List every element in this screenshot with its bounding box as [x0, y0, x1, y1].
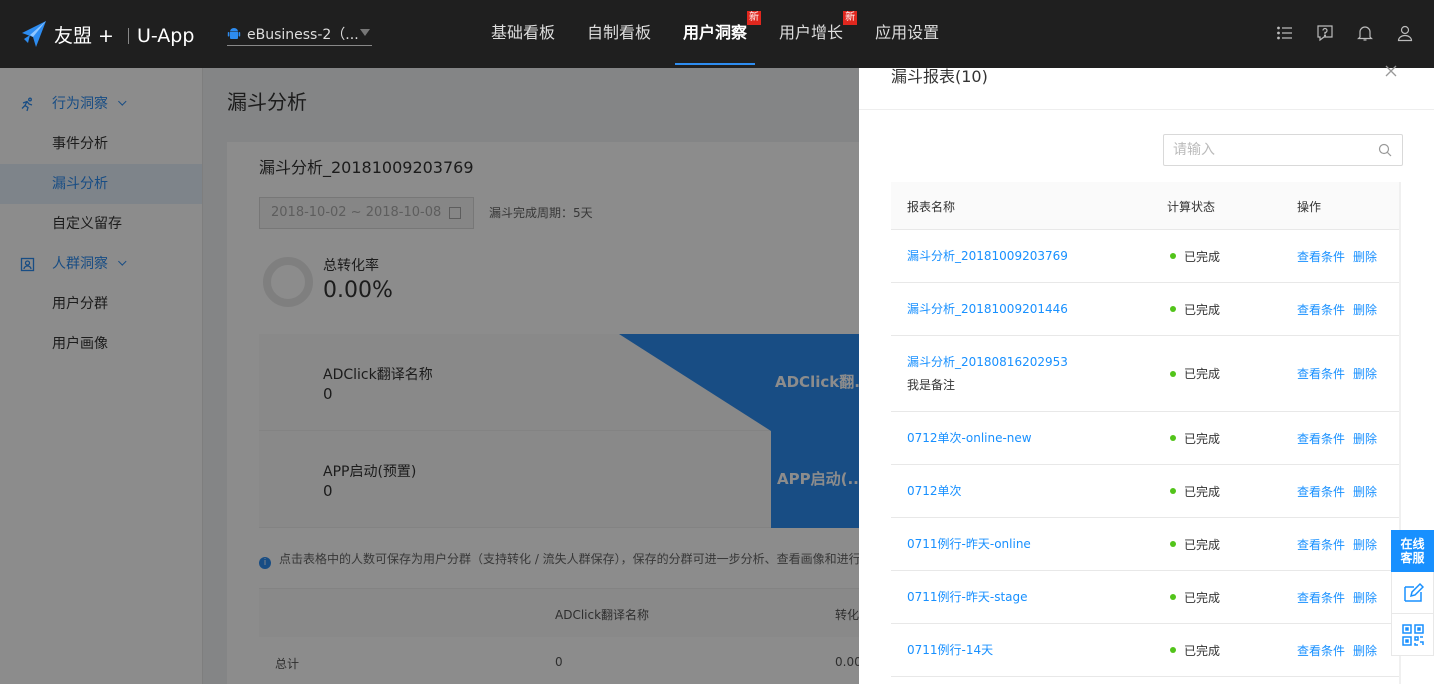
delete-link[interactable]: 删除 [1353, 642, 1377, 659]
view-conditions-link[interactable]: 查看条件 [1297, 301, 1345, 318]
ops-cell: 查看条件 删除 [1297, 518, 1377, 570]
status-dot [1170, 541, 1176, 547]
status-dot [1170, 488, 1176, 494]
qrcode-button[interactable] [1391, 614, 1434, 656]
report-name-link[interactable]: 0711例行-昨天-online [907, 535, 1031, 552]
table-row: 0711例行-昨天-stage 已完成 查看条件 删除 [891, 571, 1399, 624]
status-dot [1170, 370, 1176, 377]
android-icon [227, 27, 241, 39]
ops-cell: 查看条件 删除 [1297, 571, 1377, 623]
funnel-report-drawer: 漏斗报表(10) 报表名称 计算状态 操作 漏斗分析_2018100920376… [859, 65, 1434, 684]
nav-basic-dashboard[interactable]: 基础看板 [475, 0, 571, 68]
column-header-name: 报表名称 [907, 200, 956, 214]
table-row: 漏斗分析_20181009203769 已完成 查看条件 删除 [891, 230, 1399, 283]
search-icon[interactable] [1378, 143, 1392, 157]
status-dot [1170, 435, 1176, 441]
nav-custom-dashboard[interactable]: 自制看板 [571, 0, 667, 68]
nav-app-settings[interactable]: 应用设置 [859, 0, 955, 68]
view-conditions-link[interactable]: 查看条件 [1297, 642, 1345, 659]
column-header-ops: 操作 [1297, 200, 1322, 214]
view-conditions-link[interactable]: 查看条件 [1297, 483, 1345, 500]
help-icon[interactable] [1316, 24, 1334, 42]
ops-cell: 查看条件 删除 [1297, 336, 1377, 411]
list-icon[interactable] [1276, 24, 1294, 42]
user-icon[interactable] [1396, 24, 1414, 42]
ops-cell: 查看条件 删除 [1297, 624, 1377, 676]
main-nav: 基础看板 自制看板 用户洞察新 用户增长新 应用设置 [475, 0, 955, 68]
online-service-button[interactable]: 在线 客服 [1391, 530, 1434, 572]
edit-icon [1403, 582, 1424, 602]
delete-link[interactable]: 删除 [1353, 589, 1377, 606]
delete-link[interactable]: 删除 [1353, 248, 1377, 265]
delete-link[interactable]: 删除 [1353, 301, 1377, 318]
search-input[interactable] [1173, 135, 1373, 165]
view-conditions-link[interactable]: 查看条件 [1297, 430, 1345, 447]
table-row: 0712单次-online-new 已完成 查看条件 删除 [891, 412, 1399, 465]
app-selector[interactable]: eBusiness-2（... [227, 22, 372, 46]
table-row: 0711例行-昨天-online 已完成 查看条件 删除 [891, 518, 1399, 571]
view-conditions-link[interactable]: 查看条件 [1297, 365, 1345, 382]
status-cell: 已完成 [1170, 518, 1220, 570]
table-row: 漏斗分析_20180816202953 我是备注 已完成 查看条件 删除 [891, 336, 1399, 412]
status-dot [1170, 306, 1176, 312]
report-note: 我是备注 [907, 378, 956, 392]
report-name-link[interactable]: 0711例行-14天 [907, 641, 993, 658]
view-conditions-link[interactable]: 查看条件 [1297, 536, 1345, 553]
umeng-logo[interactable]: 友盟 + U-App [20, 18, 194, 50]
feedback-button[interactable] [1391, 572, 1434, 614]
status-dot [1170, 594, 1176, 600]
nav-user-growth[interactable]: 用户增长新 [763, 0, 859, 68]
report-table: 报表名称 计算状态 操作 漏斗分析_20181009203769 已完成 查看条… [891, 182, 1399, 677]
status-cell: 已完成 [1170, 571, 1220, 623]
table-row: 0711例行-14天 已完成 查看条件 删除 [891, 624, 1399, 677]
status-cell: 已完成 [1170, 624, 1220, 676]
report-name-link[interactable]: 漏斗分析_20181009203769 [907, 247, 1068, 264]
ops-cell: 查看条件 删除 [1297, 465, 1377, 517]
status-dot [1170, 647, 1176, 653]
table-row: 漏斗分析_20181009201446 已完成 查看条件 删除 [891, 283, 1399, 336]
table-header: 报表名称 计算状态 操作 [891, 182, 1399, 230]
report-name-link[interactable]: 0712单次-online-new [907, 429, 1032, 446]
report-name-link[interactable]: 漏斗分析_20181009201446 [907, 300, 1068, 317]
drawer-title: 漏斗报表(10) [891, 67, 988, 86]
status-cell: 已完成 [1170, 412, 1220, 464]
close-icon[interactable] [1384, 64, 1398, 78]
logo-bird-icon [22, 21, 46, 47]
delete-link[interactable]: 删除 [1353, 430, 1377, 447]
report-name-link[interactable]: 漏斗分析_20180816202953 [907, 353, 1068, 370]
app-selector-label: eBusiness-2（... [247, 26, 359, 43]
bell-icon[interactable] [1356, 24, 1374, 42]
qrcode-icon [1401, 623, 1424, 646]
logo-text: 友盟 + U-App [54, 24, 195, 47]
modal-mask[interactable] [0, 68, 859, 684]
ops-cell: 查看条件 删除 [1297, 412, 1377, 464]
status-dot [1170, 253, 1176, 259]
top-bar: 友盟 + U-App eBusiness-2（... 基础看板 自制看板 用户洞察新… [0, 0, 1434, 68]
floating-toolbar: 在线 客服 [1391, 530, 1434, 656]
top-icons [1276, 24, 1414, 42]
drawer-header: 漏斗报表(10) [859, 65, 1434, 110]
delete-link[interactable]: 删除 [1353, 536, 1377, 553]
status-cell: 已完成 [1170, 465, 1220, 517]
status-cell: 已完成 [1170, 283, 1220, 335]
report-name-link[interactable]: 0712单次 [907, 482, 962, 499]
view-conditions-link[interactable]: 查看条件 [1297, 589, 1345, 606]
report-search [1163, 134, 1403, 166]
chevron-down-icon [360, 29, 370, 36]
delete-link[interactable]: 删除 [1353, 365, 1377, 382]
nav-user-insight[interactable]: 用户洞察新 [667, 0, 763, 68]
status-cell: 已完成 [1170, 230, 1220, 282]
ops-cell: 查看条件 删除 [1297, 230, 1377, 282]
new-badge: 新 [843, 11, 858, 25]
column-header-status: 计算状态 [1167, 200, 1216, 214]
view-conditions-link[interactable]: 查看条件 [1297, 248, 1345, 265]
ops-cell: 查看条件 删除 [1297, 283, 1377, 335]
new-badge: 新 [747, 11, 762, 25]
report-name-link[interactable]: 0711例行-昨天-stage [907, 588, 1028, 605]
table-row: 0712单次 已完成 查看条件 删除 [891, 465, 1399, 518]
status-cell: 已完成 [1170, 336, 1220, 411]
delete-link[interactable]: 删除 [1353, 483, 1377, 500]
